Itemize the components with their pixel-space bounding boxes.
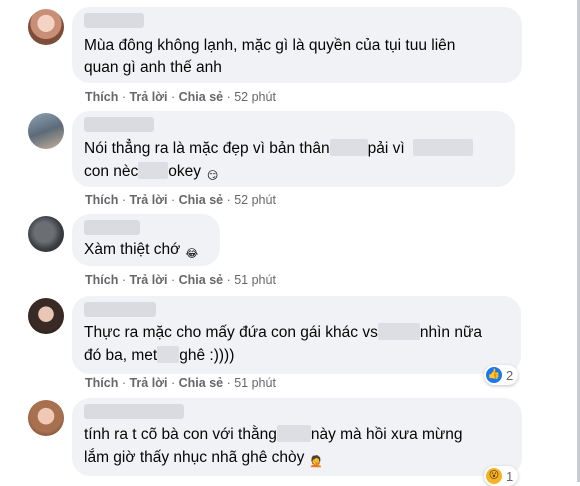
redacted-text	[157, 346, 180, 363]
comment-bubble: Thực ra mặc cho mấy đứa con gái khác vs n…	[72, 296, 521, 374]
share-link[interactable]: Chia sẻ	[179, 90, 223, 104]
share-link[interactable]: Chia sẻ	[179, 193, 223, 207]
like-link[interactable]: Thích	[85, 376, 118, 390]
commenter-name[interactable]	[84, 117, 154, 132]
comment-text: đó ba, met ghê :))))	[84, 346, 235, 364]
timestamp[interactable]: 51 phút	[234, 376, 276, 390]
reply-link[interactable]: Trả lời	[129, 90, 167, 104]
reaction-count[interactable]: 👍 2	[484, 365, 519, 385]
avatar[interactable]	[28, 400, 64, 436]
comment-text: Mùa đông không lạnh, mặc gì là quyền của…	[84, 37, 456, 54]
like-link[interactable]: Thích	[85, 273, 118, 287]
comment-actions: Thích · Trả lời · Chia sẻ · 51 phút	[85, 273, 276, 287]
comment-actions: Thích · Trả lời · Chia sẻ · 52 phút	[85, 193, 276, 207]
commenter-name[interactable]	[84, 404, 184, 419]
laughing-emoji-icon: 😂	[185, 248, 199, 260]
comment-text: Xàm thiệt chớ 😂	[84, 238, 200, 263]
like-icon: 👍	[486, 367, 502, 383]
like-link[interactable]: Thích	[85, 193, 118, 207]
comment-text: tính ra t cõ bà con với thằng này mà hồi …	[84, 425, 463, 443]
avatar[interactable]	[28, 298, 64, 334]
redacted-text	[329, 139, 368, 156]
comment-bubble: Xàm thiệt chớ 😂	[72, 214, 220, 266]
redacted-text	[412, 139, 473, 156]
share-link[interactable]: Chia sẻ	[179, 376, 223, 390]
comment-bubble: Nói thẳng ra là mặc đẹp vì bản thân pải v…	[72, 111, 515, 187]
commenter-name[interactable]	[84, 220, 140, 235]
comment-bubble: tính ra t cõ bà con với thằng này mà hồi …	[72, 398, 522, 476]
smirk-emoji-icon: 😏	[206, 170, 219, 182]
comment-bubble: Mùa đông không lạnh, mặc gì là quyền của…	[72, 7, 522, 83]
comment-actions: Thích · Trả lời · Chia sẻ · 52 phút	[85, 90, 276, 104]
redacted-text	[276, 425, 311, 442]
commenter-name[interactable]	[84, 13, 144, 28]
redacted-text	[138, 162, 169, 179]
commenter-name[interactable]	[84, 302, 156, 317]
timestamp[interactable]: 52 phút	[234, 90, 276, 104]
share-link[interactable]: Chia sẻ	[179, 273, 223, 287]
facepalm-emoji-icon: 🤦	[309, 456, 323, 468]
comment-text: Nói thẳng ra là mặc đẹp vì bản thân pải v…	[84, 137, 473, 161]
avatar[interactable]	[28, 9, 64, 45]
avatar[interactable]	[28, 216, 64, 252]
redacted-text	[377, 323, 420, 340]
reaction-count[interactable]: 😮 1	[484, 466, 519, 486]
comment-text: con nèc okey 😏	[84, 160, 221, 185]
comment-text: quan gì anh thế anh	[84, 59, 222, 76]
comment-text: lắm giờ thấy nhục nhã ghê chòy 🤦	[84, 446, 324, 471]
reply-link[interactable]: Trả lời	[129, 193, 167, 207]
comment-text: Thực ra mặc cho mấy đứa con gái khác vs n…	[84, 323, 482, 341]
reply-link[interactable]: Trả lời	[129, 376, 167, 390]
like-link[interactable]: Thích	[85, 90, 118, 104]
comment-actions: Thích · Trả lời · Chia sẻ · 51 phút	[85, 376, 276, 390]
timestamp[interactable]: 52 phút	[234, 193, 276, 207]
timestamp[interactable]: 51 phút	[234, 273, 276, 287]
avatar[interactable]	[28, 113, 64, 149]
reply-link[interactable]: Trả lời	[129, 273, 167, 287]
